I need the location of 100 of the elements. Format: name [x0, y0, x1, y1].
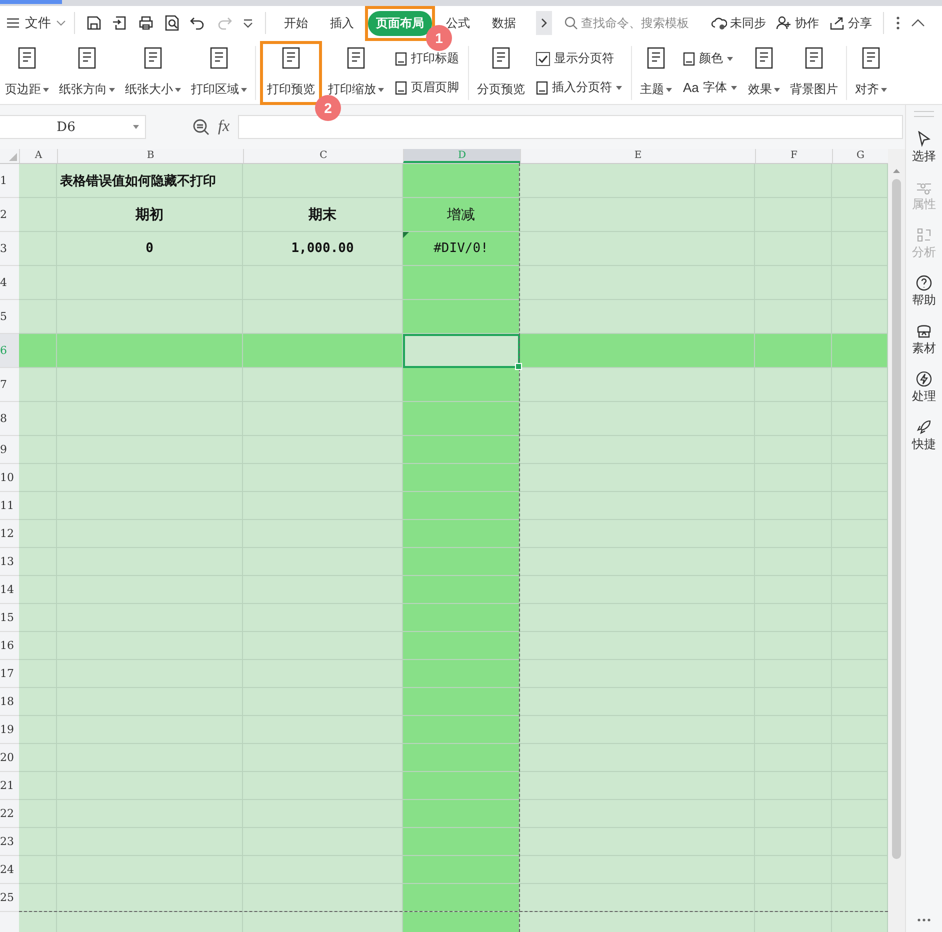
table-cell[interactable] [755, 884, 832, 912]
table-cell[interactable] [520, 198, 755, 232]
table-cell[interactable] [520, 772, 755, 800]
row-header[interactable]: 8 [0, 402, 19, 436]
column-header[interactable]: B [57, 149, 243, 163]
ribbon-button[interactable]: 打印预览 [264, 42, 318, 104]
ribbon-button[interactable]: 打印区域 [188, 42, 250, 104]
scrollbar[interactable] [888, 149, 905, 932]
table-cell[interactable] [19, 164, 57, 198]
table-cell[interactable] [403, 660, 520, 688]
ribbon-tab[interactable]: 数据 [484, 10, 524, 36]
table-cell[interactable] [755, 368, 832, 402]
table-cell[interactable] [520, 604, 755, 632]
row-header[interactable]: 16 [0, 632, 19, 660]
table-cell[interactable] [403, 688, 520, 716]
table-cell[interactable] [520, 334, 755, 368]
side-panel-button[interactable]: 快捷 [912, 419, 936, 453]
zoom-icon[interactable] [192, 118, 210, 136]
scroll-up-icon[interactable] [893, 169, 900, 173]
table-cell[interactable] [520, 660, 755, 688]
side-panel-button[interactable]: 处理 [912, 371, 936, 405]
table-cell[interactable]: #DIV/0! [403, 232, 520, 266]
row-header[interactable]: 2 [0, 198, 19, 232]
side-panel-button[interactable]: 选择 [912, 131, 936, 165]
table-cell[interactable]: 期初 [57, 198, 243, 232]
side-panel-button[interactable]: 帮助 [912, 275, 936, 309]
ribbon-button[interactable]: 插入分页符 [536, 79, 622, 96]
export-icon[interactable] [112, 15, 128, 31]
table-cell[interactable] [520, 576, 755, 604]
side-panel-button[interactable]: 素材 [912, 323, 936, 357]
table-cell[interactable] [19, 716, 57, 744]
table-cell[interactable] [19, 266, 57, 300]
row-header[interactable]: 4 [0, 266, 19, 300]
row-header[interactable]: 21 [0, 772, 19, 800]
active-cell[interactable] [403, 334, 520, 368]
table-cell[interactable] [403, 164, 520, 198]
table-cell[interactable]: 表格错误值如何隐藏不打印 [57, 164, 243, 198]
table-cell[interactable] [19, 402, 57, 436]
ribbon-button[interactable]: 主题 [637, 42, 675, 104]
table-cell[interactable] [403, 520, 520, 548]
table-cell[interactable] [19, 334, 57, 368]
table-cell[interactable] [19, 632, 57, 660]
row-header[interactable]: 15 [0, 604, 19, 632]
function-label[interactable]: fx [218, 118, 230, 136]
table-cell[interactable] [19, 576, 57, 604]
column-header[interactable]: F [755, 149, 832, 163]
table-cell[interactable] [19, 800, 57, 828]
row-header[interactable]: 13 [0, 548, 19, 576]
table-cell[interactable] [19, 492, 57, 520]
table-cell[interactable] [19, 436, 57, 464]
table-cell[interactable] [57, 334, 243, 368]
table-cell[interactable] [403, 744, 520, 772]
file-menu[interactable]: 文件 [6, 14, 66, 32]
undo-icon[interactable] [190, 15, 206, 31]
scrollbar-thumb[interactable] [892, 179, 901, 859]
table-cell[interactable] [520, 436, 755, 464]
row-header[interactable]: 9 [0, 436, 19, 464]
table-cell[interactable] [19, 520, 57, 548]
table-cell[interactable] [520, 266, 755, 300]
table-cell[interactable] [403, 548, 520, 576]
table-cell[interactable] [520, 884, 755, 912]
table-cell[interactable] [403, 716, 520, 744]
row-header[interactable]: 20 [0, 744, 19, 772]
table-cell[interactable] [520, 232, 755, 266]
table-cell[interactable] [19, 604, 57, 632]
table-cell[interactable] [403, 772, 520, 800]
ribbon-button[interactable]: 颜色 [683, 50, 737, 67]
table-cell[interactable] [403, 402, 520, 436]
table-cell[interactable] [19, 232, 57, 266]
header-action-button[interactable]: 分享 [829, 14, 872, 32]
table-cell[interactable] [403, 604, 520, 632]
save-icon[interactable] [86, 15, 102, 31]
column-header[interactable]: A [19, 149, 57, 163]
table-cell[interactable] [403, 464, 520, 492]
table-cell[interactable] [755, 164, 832, 198]
table-cell[interactable] [57, 884, 243, 912]
table-cell[interactable] [832, 334, 888, 368]
table-cell[interactable] [520, 520, 755, 548]
redo-icon[interactable] [216, 15, 232, 31]
header-action-button[interactable]: 未同步 [711, 14, 766, 32]
ribbon-button[interactable]: 对齐 [852, 42, 890, 104]
header-action-button[interactable]: 协作 [776, 14, 819, 32]
row-header[interactable]: 23 [0, 828, 19, 856]
ribbon-tab[interactable]: 插入 [322, 10, 362, 36]
ribbon-button[interactable]: 纸张方向 [56, 42, 118, 104]
more-icon[interactable] [917, 918, 931, 922]
row-header[interactable]: 17 [0, 660, 19, 688]
fill-handle[interactable] [515, 363, 522, 370]
table-cell[interactable] [403, 300, 520, 334]
ribbon-button[interactable]: 分页预览 [474, 42, 528, 104]
table-cell[interactable]: 增减 [403, 198, 520, 232]
document-tab[interactable] [0, 0, 62, 4]
table-cell[interactable] [403, 884, 520, 912]
ribbon-button[interactable]: 背景图片 [786, 42, 841, 104]
name-box[interactable]: D6 [0, 115, 146, 139]
search-field[interactable]: 查找命令、搜索模板 [564, 16, 704, 30]
table-cell[interactable] [520, 548, 755, 576]
table-cell[interactable] [520, 800, 755, 828]
table-cell[interactable] [19, 368, 57, 402]
table-cell[interactable] [243, 334, 403, 368]
